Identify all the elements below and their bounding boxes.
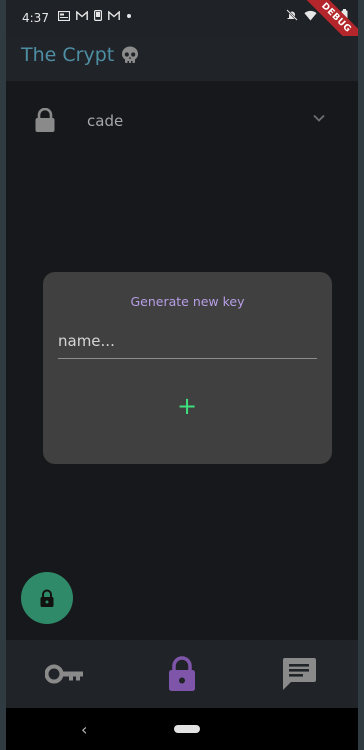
app-title: The Crypt: [21, 44, 140, 66]
nav-item-keys[interactable]: [6, 640, 123, 708]
gmail-icon-2: [108, 10, 120, 20]
lock-icon: [168, 656, 195, 691]
lock-icon: [35, 108, 55, 132]
skull-icon: [122, 46, 139, 63]
lock-fab[interactable]: [21, 572, 73, 624]
home-button[interactable]: [174, 725, 200, 733]
nav-item-messages[interactable]: [241, 640, 358, 708]
muted-bell-icon: [286, 9, 298, 21]
system-navigation-bar: ‹: [6, 708, 358, 750]
status-bar: 4:37 DEBUG: [6, 0, 358, 60]
notification-icons: [58, 10, 132, 21]
key-name-input[interactable]: [58, 324, 317, 359]
selected-key: cade: [87, 112, 124, 130]
news-icon: [58, 10, 70, 21]
dialog-title: Generate new key: [130, 294, 245, 309]
generate-key-dialog: Generate new key +: [43, 272, 332, 464]
app-title-text: The Crypt: [21, 44, 115, 66]
key-dropdown[interactable]: cade: [6, 100, 358, 144]
bottom-navigation: [6, 640, 358, 708]
nav-item-lock[interactable]: [123, 640, 240, 708]
phone-screen: 4:37 DEBUG The Crypt cade Generate new k…: [6, 0, 358, 750]
back-button[interactable]: ‹: [81, 720, 87, 739]
lock-icon: [40, 589, 54, 607]
message-icon: [283, 658, 317, 690]
chevron-down-icon: [313, 114, 325, 122]
add-key-button[interactable]: +: [173, 392, 201, 420]
app-bar: The Crypt: [6, 36, 358, 81]
wifi-icon: [304, 10, 317, 20]
dot-icon: [127, 13, 131, 18]
phone-icon: [94, 10, 102, 21]
gmail-icon: [76, 10, 88, 20]
status-time: 4:37: [22, 11, 49, 25]
key-icon: [44, 664, 83, 684]
